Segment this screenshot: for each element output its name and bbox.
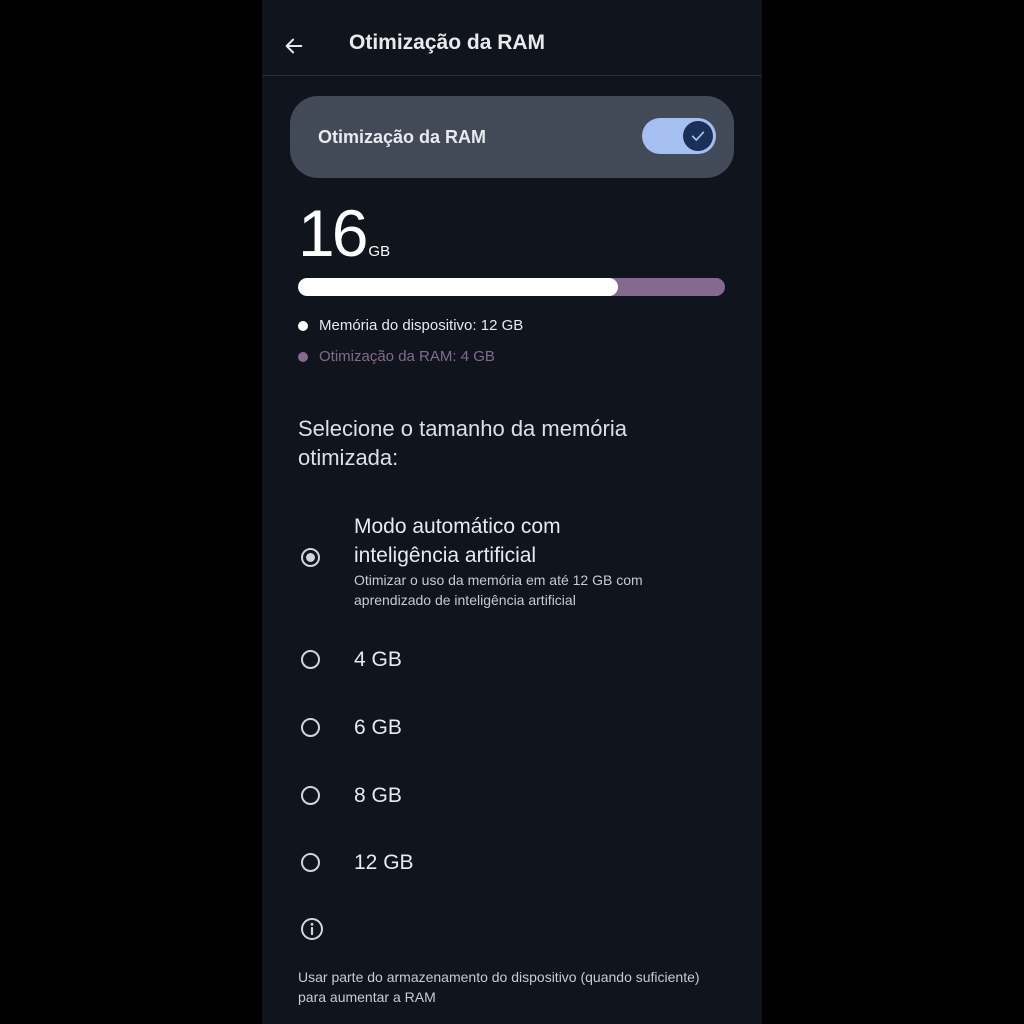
option-title: Modo automático com inteligência artific… [354,515,561,567]
radio-button[interactable] [301,786,320,805]
option-label: 12 GB [354,851,414,874]
memory-usage-bar [298,278,725,296]
app-bar: Otimização da RAM [262,0,762,76]
option-label: 4 GB [354,648,402,671]
total-memory-unit: GB [368,243,391,260]
toggle-label: Otimização da RAM [318,127,487,147]
info-icon [301,918,323,940]
total-memory: 16 GB [298,200,390,270]
footer-description: Usar parte do armazenamento do dispositi… [298,969,700,1005]
option-12gb[interactable]: 12 GB [298,843,728,887]
option-auto-ai[interactable]: Modo automático com inteligência artific… [298,512,728,612]
radio-button[interactable] [301,650,320,669]
legend-device-memory: Memória do dispositivo: 12 GB [298,317,523,334]
device-memory-fill [298,278,619,296]
option-label: 6 GB [354,716,402,739]
radio-button[interactable] [301,718,320,737]
check-icon [691,131,705,141]
ram-optimization-toggle-card[interactable]: Otimização da RAM [290,96,734,178]
back-button[interactable] [276,28,312,64]
legend-dot [298,320,308,331]
section-heading: Selecione o tamanho da memória otimizada… [298,416,627,470]
ram-optimization-screen: Otimização da RAM Otimização da RAM 16 GB… [262,0,762,1024]
legend-label: Otimização da RAM: 4 GB [319,348,495,365]
option-label: 8 GB [354,784,402,807]
option-6gb[interactable]: 6 GB [298,708,728,752]
legend-ram-optimization: Otimização da RAM: 4 GB [298,348,495,365]
radio-button[interactable] [301,548,320,567]
option-4gb[interactable]: 4 GB [298,640,728,684]
ram-optimization-switch[interactable] [642,118,716,154]
page-title: Otimização da RAM [349,31,546,54]
arrow-left-icon [285,38,303,54]
legend-label: Memória do dispositivo: 12 GB [319,317,524,334]
radio-button[interactable] [301,853,320,872]
switch-thumb [683,121,713,151]
total-memory-value: 16 [298,196,368,270]
option-description: Otimizar o uso da memória em até 12 GB c… [354,572,643,608]
legend-dot [298,351,308,362]
option-8gb[interactable]: 8 GB [298,776,728,820]
